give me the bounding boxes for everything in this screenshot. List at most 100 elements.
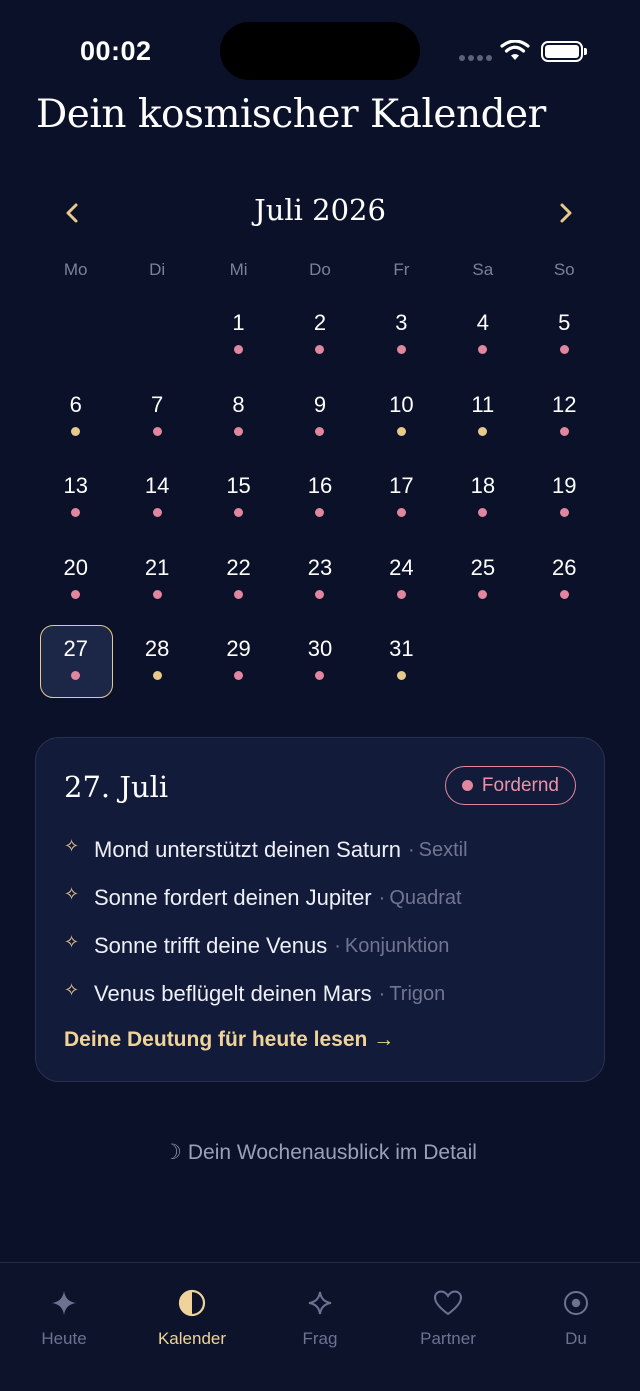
calendar-day[interactable]: 19	[524, 463, 605, 545]
day-number: 28	[144, 636, 170, 661]
calendar-day[interactable]: 7	[116, 382, 197, 464]
calendar-day[interactable]: 14	[116, 463, 197, 545]
day-indicator-dot	[315, 345, 325, 354]
calendar-day[interactable]: 8	[198, 382, 279, 464]
day-indicator-dot	[315, 671, 325, 680]
calendar-day[interactable]: 22	[198, 545, 279, 627]
month-title: Juli 2026	[254, 193, 386, 227]
day-indicator-dot	[396, 508, 406, 517]
sparkle-icon	[52, 1291, 76, 1315]
day-number: 15	[226, 473, 251, 498]
day-number: 4	[476, 310, 489, 335]
calendar-day[interactable]: 18	[442, 463, 523, 545]
calendar-day[interactable]: 25	[442, 545, 523, 627]
day-number: 11	[471, 391, 495, 417]
weekday-label: So	[553, 260, 575, 279]
target-icon	[564, 1291, 588, 1315]
mood-badge-label: Fordernd	[481, 774, 559, 796]
tab-frag[interactable]: Frag	[256, 1263, 384, 1391]
next-month-button[interactable]	[546, 193, 586, 233]
status-bar: 00:02	[0, 0, 640, 90]
calendar-day[interactable]: 11	[442, 382, 523, 464]
day-number: 19	[552, 473, 577, 498]
tab-partner[interactable]: Partner	[384, 1263, 512, 1391]
calendar-day-selected[interactable]: 27	[35, 625, 116, 708]
day-indicator-dot	[315, 426, 325, 436]
day-indicator-dot	[234, 589, 244, 599]
sparkle-icon: ✧	[64, 979, 80, 1000]
calendar-day[interactable]: 21	[116, 545, 197, 627]
day-indicator-dot	[152, 426, 162, 436]
day-indicator-dot	[71, 426, 81, 436]
calendar-day[interactable]: 15	[198, 463, 279, 545]
aspect-item: ✧ Mond unterstützt deinen Saturn · Sexti…	[64, 826, 584, 874]
calendar-day[interactable]: 31	[361, 626, 442, 708]
weekday-header: Mo Di Mi Do Fr Sa So	[35, 260, 605, 280]
calendar-day[interactable]: 3	[361, 300, 442, 382]
day-number: 6	[69, 391, 82, 417]
day-indicator-dot	[559, 508, 569, 517]
tab-du[interactable]: Du	[512, 1263, 640, 1391]
day-number: 9	[313, 391, 327, 417]
aspect-text: Venus beflügelt deinen Mars	[94, 981, 372, 1006]
day-indicator-dot	[559, 345, 569, 354]
calendar-day[interactable]: 16	[279, 463, 360, 545]
dynamic-island	[220, 22, 420, 80]
calendar-day[interactable]: 30	[279, 626, 360, 708]
calendar-day[interactable]: 1	[198, 300, 279, 382]
day-indicator-dot	[559, 426, 569, 436]
signal-icon	[459, 55, 492, 61]
calendar-day[interactable]: 9	[279, 382, 360, 464]
tab-kalender[interactable]: Kalender	[128, 1263, 256, 1391]
calendar-day[interactable]: 17	[361, 463, 442, 545]
calendar-day[interactable]: 12	[524, 382, 605, 464]
wifi-icon	[500, 40, 530, 60]
chevron-right-icon	[560, 203, 572, 223]
calendar-day[interactable]: 20	[35, 545, 116, 627]
calendar-day[interactable]: 2	[279, 300, 360, 382]
day-detail-card: 27. Juli Fordernd ✧ Mond unterstützt dei…	[35, 737, 605, 1082]
day-number: 5	[558, 310, 571, 335]
calendar-day[interactable]: 4	[442, 300, 523, 382]
day-number: 16	[307, 473, 333, 498]
week-outlook-label: Dein Wochenausblick im Detail	[187, 1141, 477, 1164]
day-indicator-dot	[152, 508, 162, 517]
calendar-empty-cell	[116, 300, 197, 382]
day-indicator-dot	[478, 345, 488, 354]
tab-label: Partner	[420, 1329, 476, 1348]
week-outlook-link[interactable]: ☽ Dein Wochenausblick im Detail	[0, 1140, 640, 1165]
calendar-day[interactable]: 24	[361, 545, 442, 627]
day-number: 31	[389, 636, 414, 661]
day-indicator-dot	[234, 345, 244, 354]
calendar-day[interactable]: 23	[279, 545, 360, 627]
day-indicator-dot	[478, 426, 488, 436]
tab-heute[interactable]: Heute	[0, 1263, 128, 1391]
calendar-empty-cell	[35, 300, 116, 382]
day-number: 23	[307, 554, 333, 580]
day-indicator-dot	[396, 589, 406, 599]
day-number: 18	[470, 473, 496, 498]
calendar-day[interactable]: 28	[116, 626, 197, 708]
day-indicator-dot	[234, 426, 244, 436]
read-interpretation-link[interactable]: Deine Deutung für heute lesen →	[64, 1028, 394, 1052]
day-indicator-dot	[396, 426, 406, 436]
calendar-day[interactable]: 29	[198, 626, 279, 708]
calendar-day[interactable]: 10	[361, 382, 442, 464]
tab-label: Du	[565, 1329, 587, 1348]
sparkle-icon: ✧	[64, 835, 80, 856]
day-number: 10	[389, 391, 414, 417]
day-indicator-dot	[71, 589, 81, 599]
aspect-separator: ·	[378, 886, 386, 909]
day-number: 3	[395, 310, 408, 335]
day-indicator-dot	[396, 671, 406, 680]
tab-label: Frag	[302, 1329, 338, 1348]
calendar-day[interactable]: 6	[35, 382, 116, 464]
weekday-label: Do	[309, 260, 331, 279]
day-indicator-dot	[234, 508, 244, 517]
tab-bar: Heute Kalender Frag Partner Du	[0, 1262, 640, 1391]
calendar-day[interactable]: 26	[524, 545, 605, 627]
day-indicator-dot	[559, 589, 569, 599]
calendar-day[interactable]: 5	[524, 300, 605, 382]
tab-label: Kalender	[157, 1329, 227, 1348]
calendar-day[interactable]: 13	[35, 463, 116, 545]
